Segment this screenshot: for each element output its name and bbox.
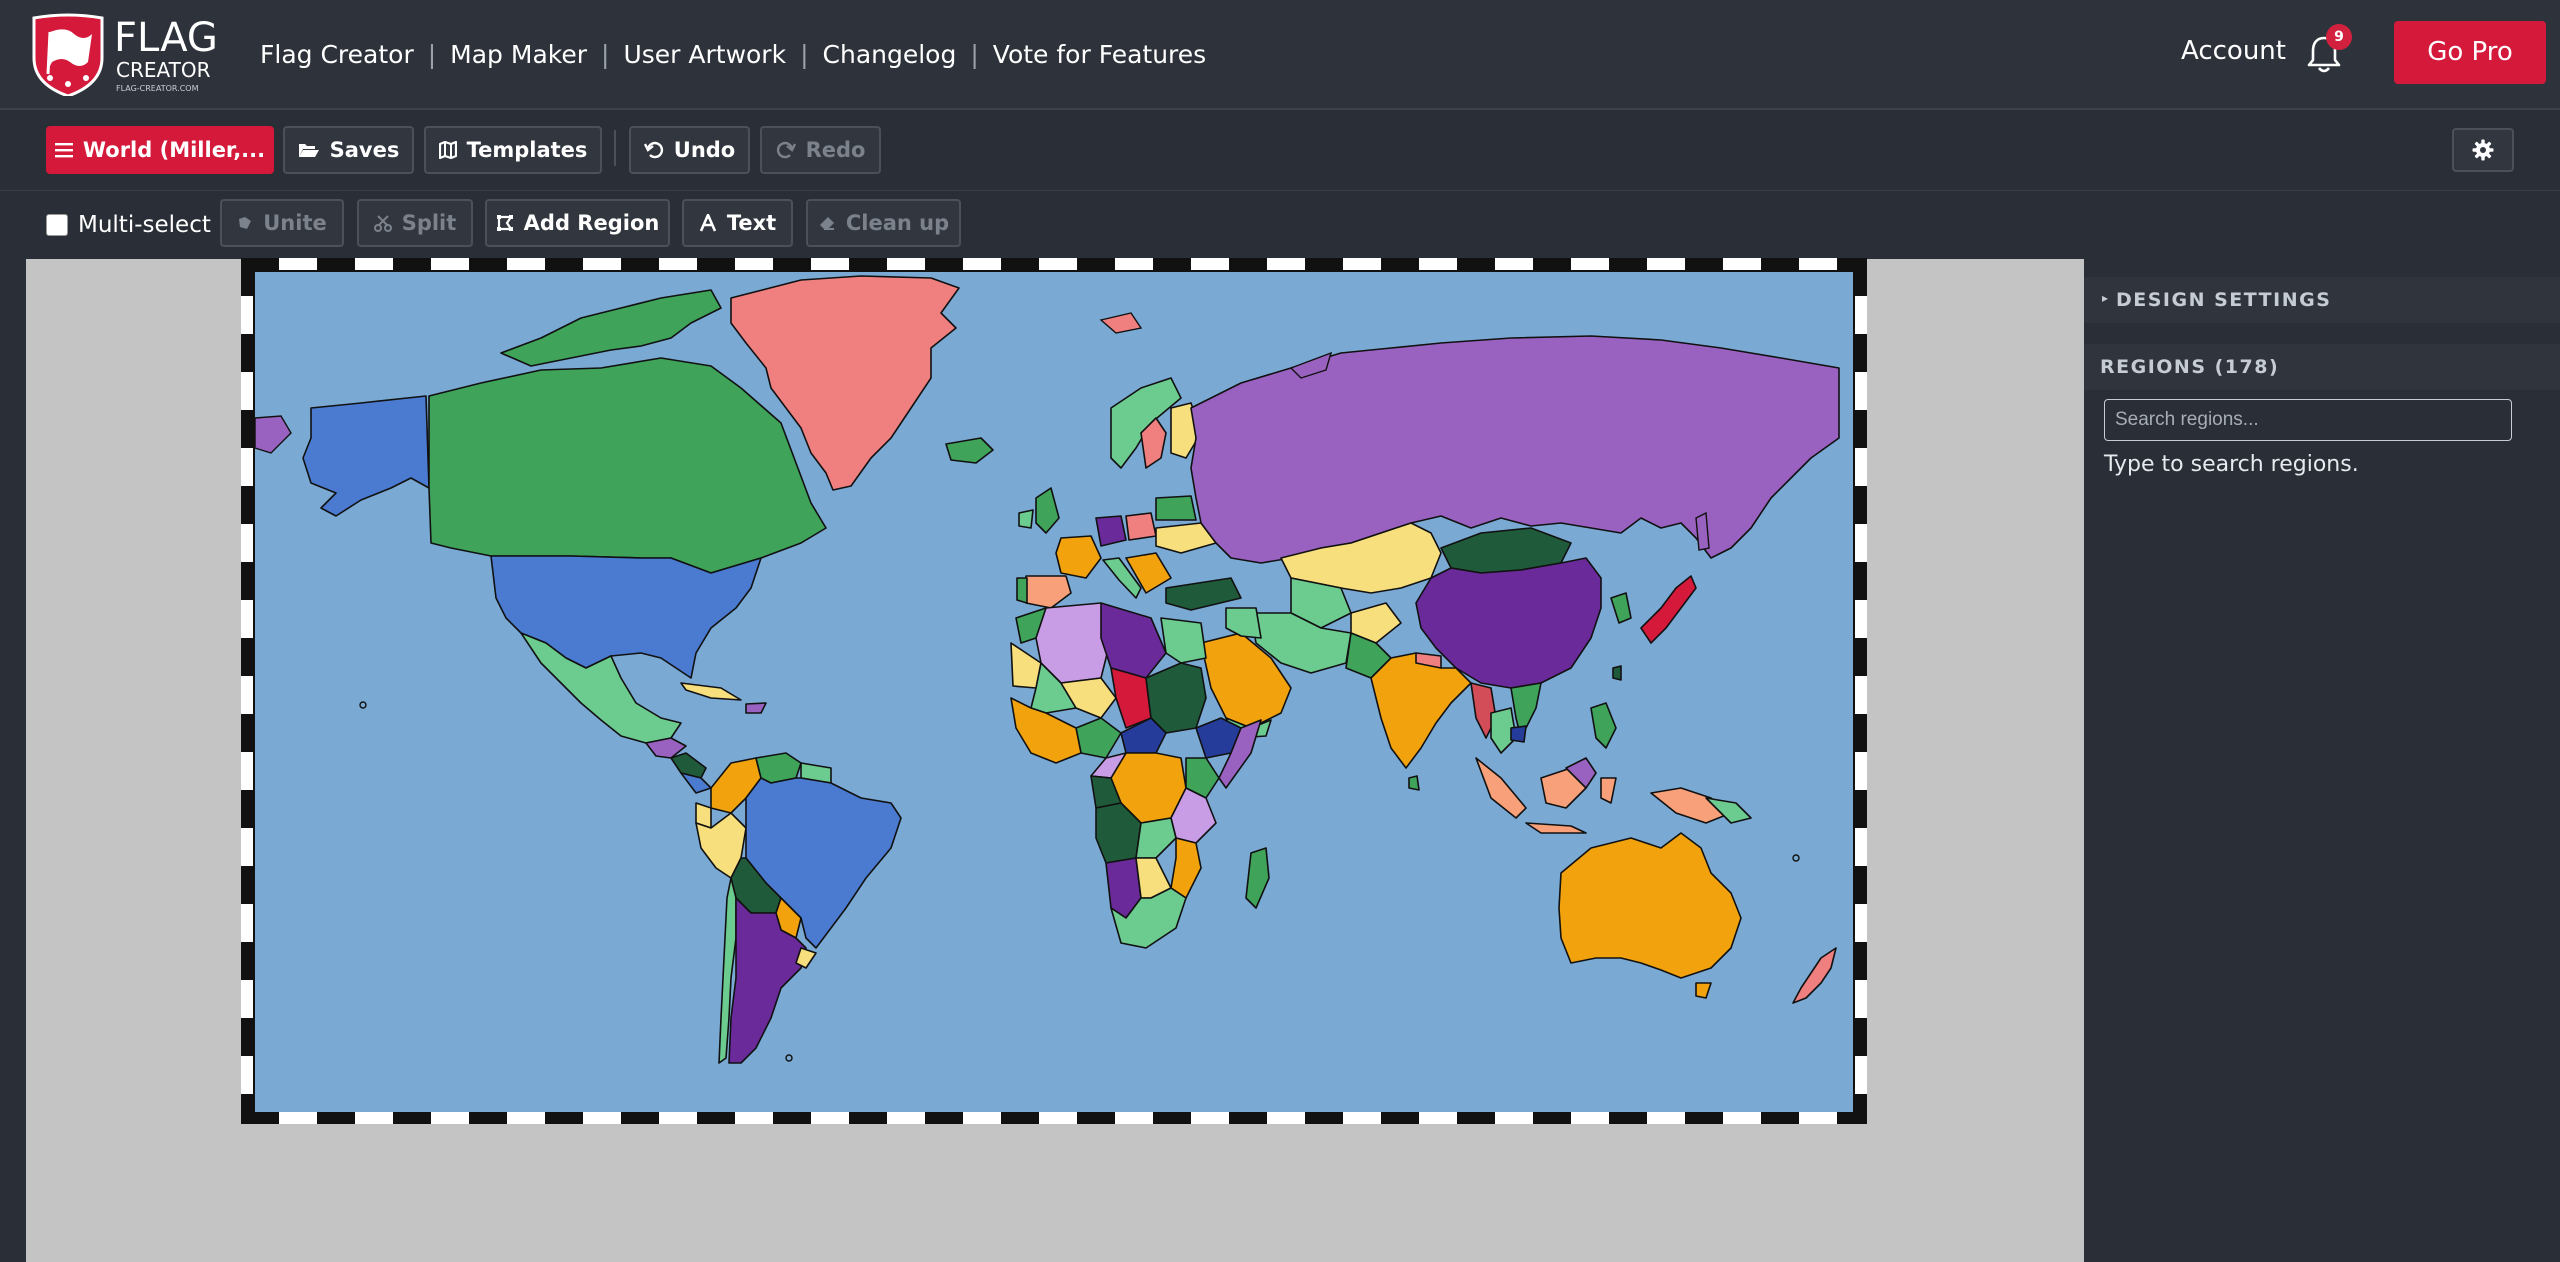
flag-border-top — [241, 258, 1867, 270]
saves-button[interactable]: Saves — [283, 126, 414, 174]
search-hint: Type to search regions. — [2104, 452, 2359, 477]
search-regions-input[interactable] — [2104, 399, 2512, 441]
redo-icon — [776, 141, 796, 159]
region-fiji[interactable] — [1792, 854, 1800, 862]
folder-open-icon — [298, 144, 319, 157]
multiselect-checkbox[interactable] — [46, 214, 68, 236]
caret-right-icon: ▸ — [2102, 291, 2110, 305]
nav-separator: | — [601, 39, 610, 69]
multiselect-toggle[interactable]: Multi-select — [46, 212, 211, 238]
go-pro-button[interactable]: Go Pro — [2394, 21, 2546, 84]
text-tool-button[interactable]: Text — [682, 199, 793, 247]
eraser-icon — [819, 217, 834, 230]
region-hawaii[interactable] — [359, 701, 367, 709]
unite-label: Unite — [263, 211, 327, 235]
saves-label: Saves — [329, 138, 400, 162]
undo-label: Undo — [673, 138, 736, 162]
account-link[interactable]: Account — [2181, 36, 2286, 66]
cleanup-button[interactable]: Clean up — [806, 199, 961, 247]
cleanup-label: Clean up — [845, 211, 950, 235]
undo-icon — [643, 141, 663, 159]
region-falklands[interactable] — [785, 1054, 793, 1062]
flag-border-left — [241, 258, 253, 1124]
region-poland[interactable] — [1125, 512, 1157, 541]
add-region-button[interactable]: Add Region — [485, 199, 670, 247]
regions-section-header: REGIONS (178) — [2084, 344, 2560, 390]
nav-map-maker[interactable]: Map Maker — [450, 40, 587, 69]
templates-label: Templates — [466, 138, 588, 162]
world-map-flag[interactable] — [241, 258, 1867, 1124]
logo-wordmark: FLAG — [114, 15, 218, 61]
split-label: Split — [401, 211, 457, 235]
nav-separator: | — [800, 39, 809, 69]
toolbar-divider — [614, 130, 616, 166]
nav-links: Flag Creator | Map Maker | User Artwork … — [260, 34, 1206, 74]
templates-button[interactable]: Templates — [424, 126, 602, 174]
font-icon — [699, 214, 717, 232]
flag-border-bottom — [241, 1112, 1867, 1124]
flag-shield-icon — [32, 13, 104, 96]
redo-button[interactable]: Redo — [760, 126, 881, 174]
region-taiwan[interactable] — [1612, 665, 1622, 681]
top-navbar: FLAG CREATOR FLAG-CREATOR.COM Flag Creat… — [0, 0, 2560, 110]
region-portugal[interactable] — [1016, 577, 1028, 604]
regions-header-label: REGIONS (178) — [2100, 356, 2280, 378]
gear-icon — [2472, 139, 2494, 161]
notification-badge: 9 — [2326, 24, 2352, 50]
map-menu-label: World (Miller,... — [82, 138, 266, 162]
map-icon — [438, 141, 457, 159]
split-button[interactable]: Split — [357, 199, 473, 247]
flag-border-right — [1855, 258, 1867, 1124]
nav-changelog[interactable]: Changelog — [823, 40, 957, 69]
region-sakhalin[interactable] — [1695, 511, 1710, 551]
region-sri-lanka[interactable] — [1408, 775, 1420, 791]
logo-url: FLAG-CREATOR.COM — [116, 84, 199, 93]
logo-wordmark-sub: CREATOR — [116, 58, 211, 82]
nav-user-artwork[interactable]: User Artwork — [623, 40, 786, 69]
nav-separator: | — [427, 39, 437, 69]
design-settings-label: DESIGN SETTINGS — [2116, 289, 2332, 311]
hamburger-icon — [54, 143, 73, 158]
region-ireland[interactable] — [1018, 509, 1034, 529]
add-region-label: Add Region — [523, 211, 660, 235]
text-tool-label: Text — [726, 211, 777, 235]
multiselect-label: Multi-select — [78, 212, 211, 238]
settings-button[interactable] — [2452, 128, 2514, 172]
draw-polygon-icon — [496, 215, 513, 231]
region-cambodia[interactable] — [1510, 725, 1527, 743]
scissors-icon — [373, 215, 392, 232]
unite-button[interactable]: Unite — [220, 199, 344, 247]
undo-button[interactable]: Undo — [629, 126, 750, 174]
region-belarus[interactable] — [1155, 495, 1197, 521]
flag-creator-logo[interactable]: FLAG CREATOR FLAG-CREATOR.COM — [28, 10, 218, 96]
nav-flag-creator[interactable]: Flag Creator — [260, 40, 414, 69]
region-germany[interactable] — [1095, 515, 1127, 547]
nav-separator: | — [970, 39, 979, 69]
redo-label: Redo — [805, 138, 866, 162]
design-settings-section[interactable]: ▸ DESIGN SETTINGS — [2084, 277, 2560, 323]
unite-icon — [239, 217, 252, 229]
nav-vote-features[interactable]: Vote for Features — [993, 40, 1206, 69]
map-menu-button[interactable]: World (Miller,... — [46, 126, 274, 174]
